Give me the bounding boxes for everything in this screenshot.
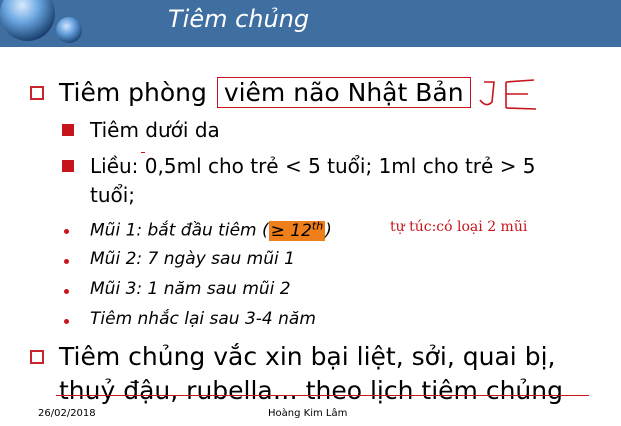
title-bar: Tiêm chủng [0,0,621,47]
handwritten-note: tự túc:có loại 2 mũi [390,219,528,235]
square-bullet-icon [30,350,44,364]
strikethrough-line [56,395,589,396]
sub-bullet-subcutaneous: Tiêm dưới da [90,118,220,142]
bubble-decoration-icon [0,0,55,41]
slide-title: Tiêm chủng [168,5,310,33]
dot-bullet-icon [64,259,69,264]
boxed-disease-name: viêm não Nhật Bản [216,77,471,108]
bullet-routine-vaccines-line1: Tiêm chủng vắc xin bại liệt, sởi, quai b… [59,342,556,371]
filled-bullet-icon [62,160,74,172]
annotation-text: JE [476,76,491,80]
small-bubble-decoration-icon [56,17,82,43]
age-highlight: ≥ 12th [268,219,326,241]
footer-author: Hoàng Kim Lâm [268,408,348,419]
bullet-routine-vaccines-line2: thuỷ đậu, rubella… theo lịch tiêm chủng [59,376,563,405]
filled-bullet-icon [62,124,74,136]
dose-1-item: Mũi 1: bắt đầu tiêm (≥ 12th) [90,219,332,241]
age-value: ≥ 12 [270,220,312,241]
footer-date: 26/02/2018 [38,408,96,419]
dose-1-text: Mũi 1: bắt đầu tiêm ( [90,220,269,241]
sub-bullet-dose-line2: tuổi; [90,183,136,207]
dose-1-close: ) [325,220,332,241]
age-superscript: th [311,219,324,232]
sub-bullet-dose-line1: Liều: 0,5ml cho trẻ < 5 tuổi; 1ml cho tr… [90,154,536,178]
dose-3-item: Mũi 3: 1 năm sau mũi 2 [90,279,291,299]
dot-bullet-icon [64,319,69,324]
dot-bullet-icon [64,229,69,234]
square-bullet-icon [30,86,44,100]
booster-item: Tiêm nhắc lại sau 3-4 năm [90,309,316,329]
dot-bullet-icon [64,289,69,294]
red-mark [141,152,145,153]
dose-2-item: Mũi 2: 7 ngày sau mũi 1 [90,249,295,269]
handwritten-je-annotation: JE [476,76,537,110]
bullet-je-vaccination: Tiêm phòng viêm não Nhật Bản [59,77,471,108]
bullet-text: Tiêm phòng [59,78,215,107]
